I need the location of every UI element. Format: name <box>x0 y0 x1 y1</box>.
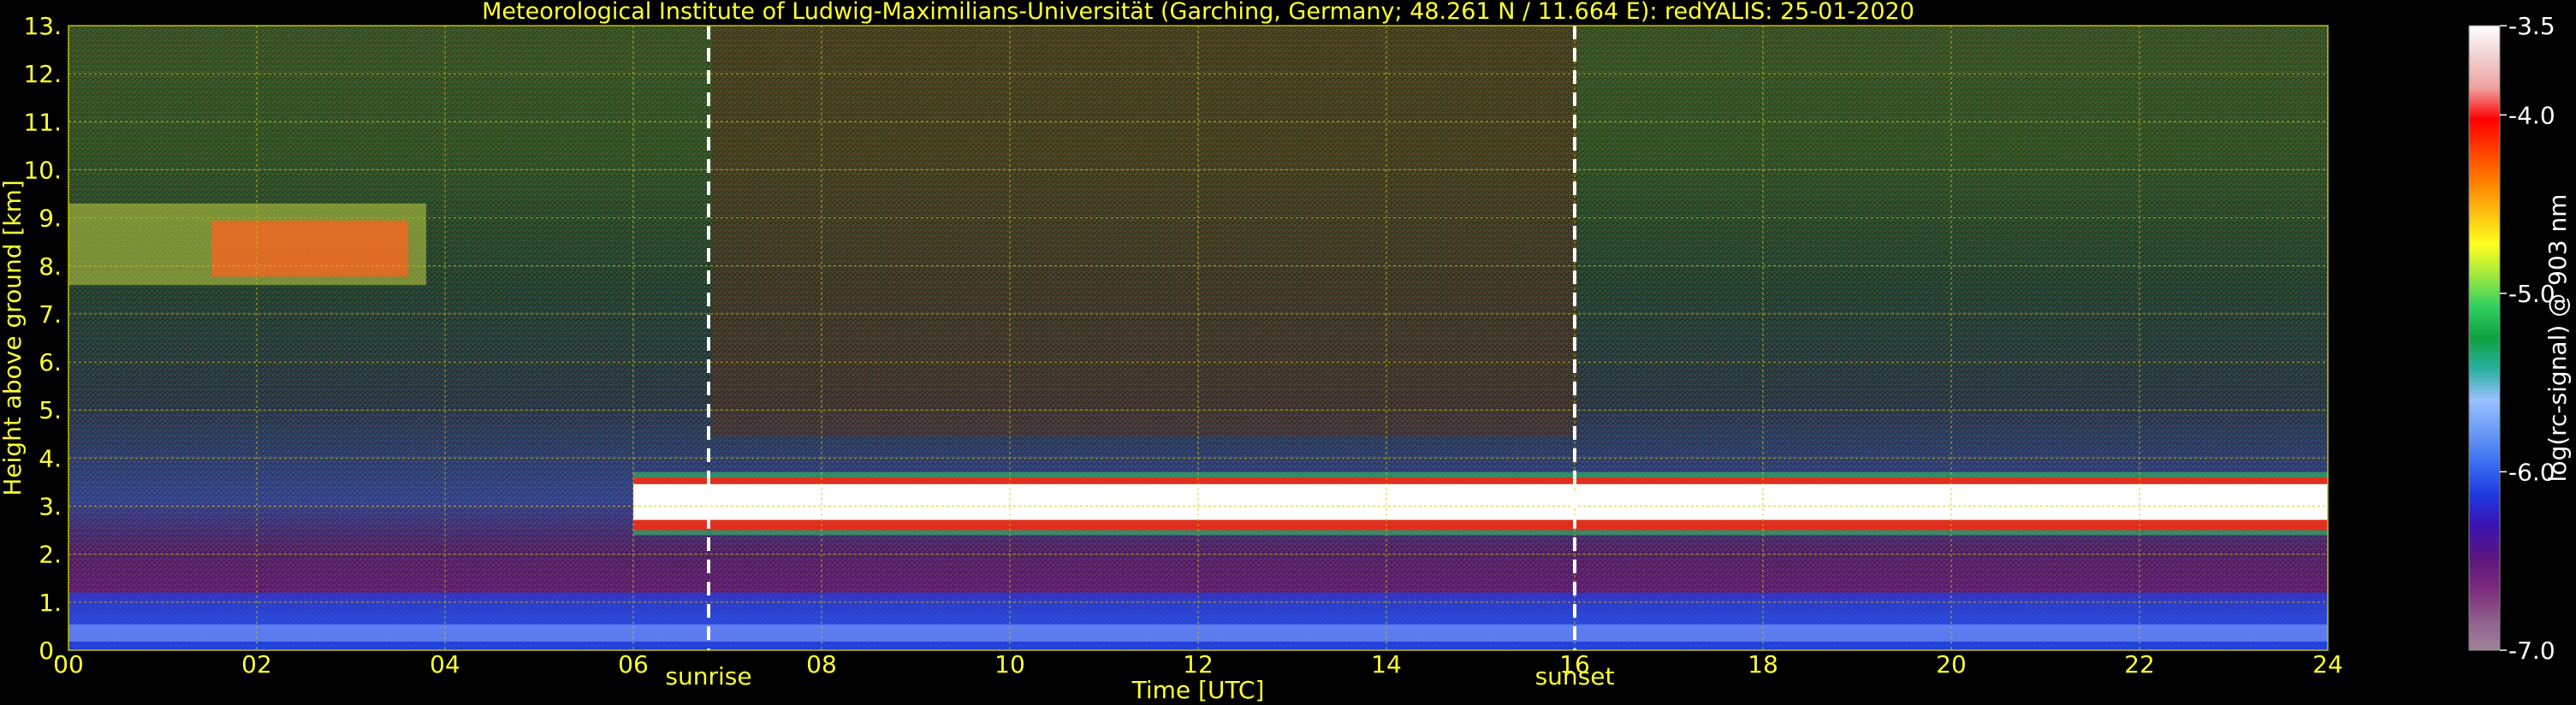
x-tick-label: 14 <box>1371 650 1402 678</box>
y-tick-label: 12. <box>23 60 62 88</box>
feature-cloud-layer <box>633 483 2328 520</box>
y-tick-label: 3. <box>39 493 62 521</box>
y-tick-label: 7. <box>39 300 62 329</box>
colorbar-tick-label: -4.0 <box>2508 101 2555 129</box>
colorbar <box>2469 26 2500 650</box>
x-tick-label: 16 <box>1559 650 1590 678</box>
x-tick-label: 18 <box>1748 650 1778 678</box>
x-tick-label: 00 <box>53 650 84 678</box>
y-tick-label: 1. <box>39 589 62 617</box>
colorbar-tick-label: -3.5 <box>2508 12 2555 40</box>
colorbar-label: log(rc-signal) @ 903 nm <box>2543 194 2572 483</box>
y-tick-label: 13. <box>23 12 62 40</box>
y-axis-label: Height above ground [km] <box>0 180 27 496</box>
x-tick-label: 20 <box>1936 650 1967 678</box>
lidar-chart: sunrise sunset 0.1.2.3.4.5.6.7.8.9.10.11.… <box>0 0 2572 704</box>
x-tick-label: 08 <box>806 650 837 678</box>
x-tick-label: 10 <box>994 650 1025 678</box>
y-tick-label: 9. <box>39 204 62 233</box>
x-tick-labels: 00 02 04 06 08 10 12 14 16 18 20 22 24 <box>53 650 2343 678</box>
y-tick-label: 2. <box>39 541 62 569</box>
y-tick-label: 8. <box>39 252 62 281</box>
chart-title: Meteorological Institute of Ludwig-Maxim… <box>482 0 1914 25</box>
y-tick-label: 4. <box>39 444 62 472</box>
y-tick-label: 10. <box>23 156 62 184</box>
x-axis-label: Time [UTC] <box>1131 676 1265 704</box>
x-tick-label: 24 <box>2312 650 2343 678</box>
y-tick-label: 6. <box>39 348 62 376</box>
marker-sunrise-label: sunrise <box>665 662 751 690</box>
x-tick-label: 12 <box>1183 650 1214 678</box>
x-tick-label: 22 <box>2124 650 2155 678</box>
x-tick-label: 04 <box>430 650 460 678</box>
x-tick-label: 06 <box>618 650 649 678</box>
colorbar-tick-label: -7.0 <box>2508 637 2555 665</box>
y-tick-label: 5. <box>39 396 62 424</box>
y-tick-label: 11. <box>23 108 62 136</box>
feature-cirrus <box>211 220 409 277</box>
y-tick-labels: 0.1.2.3.4.5.6.7.8.9.10.11.12.13. <box>23 12 62 665</box>
x-tick-label: 02 <box>241 650 272 678</box>
